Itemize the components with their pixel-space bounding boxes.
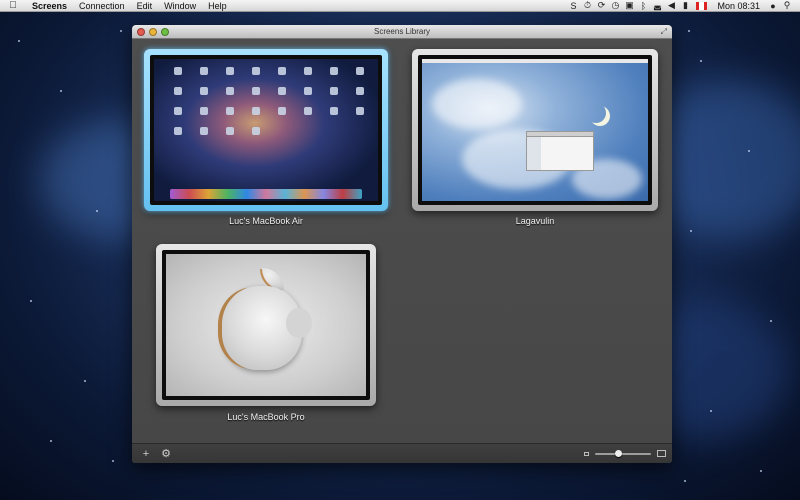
screen-thumbnail-frame [144,49,388,211]
thumbnail-size-slider[interactable] [595,449,651,459]
screens-library-window: Screens Library ⤢ Luc's MacBook Air Laga… [132,25,672,463]
window-titlebar[interactable]: Screens Library ⤢ [132,25,672,39]
menu-edit[interactable]: Edit [131,1,159,11]
sync-icon[interactable]: ⟳ [594,0,608,11]
screen-thumbnail-frame [412,49,658,211]
menu-bar:  Screens Connection Edit Window Help S … [0,0,800,12]
screen-item-macbook-air[interactable]: Luc's MacBook Air [144,49,388,249]
screen-preview [422,59,648,201]
add-screen-button[interactable]: + [138,447,154,461]
battery-icon[interactable]: ▮ [678,0,692,11]
screen-name-label: Lagavulin [515,216,555,226]
screen-preview [166,254,366,396]
window-title: Screens Library [373,27,431,36]
slider-knob[interactable] [614,449,622,457]
window-close-button[interactable] [137,28,145,36]
volume-icon[interactable]: ◀ [664,0,678,11]
screen-item-macbook-pro[interactable]: Luc's MacBook Pro [156,244,376,434]
bluetooth-icon[interactable]: ᛒ [636,1,650,11]
window-minimize-button[interactable] [149,28,157,36]
time-machine-icon[interactable]: ◷ [608,0,622,11]
window-zoom-button[interactable] [161,28,169,36]
screen-item-lagavulin[interactable]: Lagavulin [412,49,658,249]
history-icon[interactable]: ⏱ [580,0,594,11]
spotlight-search-icon[interactable]: ⚲ [780,0,794,11]
settings-gear-icon[interactable]: ⚙ [158,447,174,461]
screen-name-label: Luc's MacBook Pro [227,412,305,422]
screen-mirror-icon[interactable]: ▣ [622,0,636,11]
input-source-flag-icon[interactable] [696,1,708,10]
s-icon[interactable]: S [566,1,580,11]
screens-grid: Luc's MacBook Air Lagavulin Luc's MacBoo… [132,39,672,443]
wifi-icon[interactable]: ◛ [650,0,664,11]
apple-menu-icon[interactable]:  [0,0,26,11]
user-icon[interactable]: ● [766,1,780,11]
zoom-control [584,449,666,459]
screen-preview [154,59,378,201]
menu-help[interactable]: Help [202,1,233,11]
screen-name-label: Luc's MacBook Air [229,216,303,226]
zoom-large-icon[interactable] [657,450,666,457]
zoom-small-icon[interactable] [584,451,589,456]
status-area: S ⏱ ⟳ ◷ ▣ ᛒ ◛ ◀ ▮ Mon 08:31 ● ⚲ [566,0,800,11]
menu-window[interactable]: Window [158,1,202,11]
menu-clock[interactable]: Mon 08:31 [711,1,766,11]
menu-connection[interactable]: Connection [73,1,131,11]
fullscreen-icon[interactable]: ⤢ [661,27,667,37]
window-bottom-bar: + ⚙ [132,443,672,463]
screen-thumbnail-frame [156,244,376,406]
menu-app-name[interactable]: Screens [26,1,73,11]
